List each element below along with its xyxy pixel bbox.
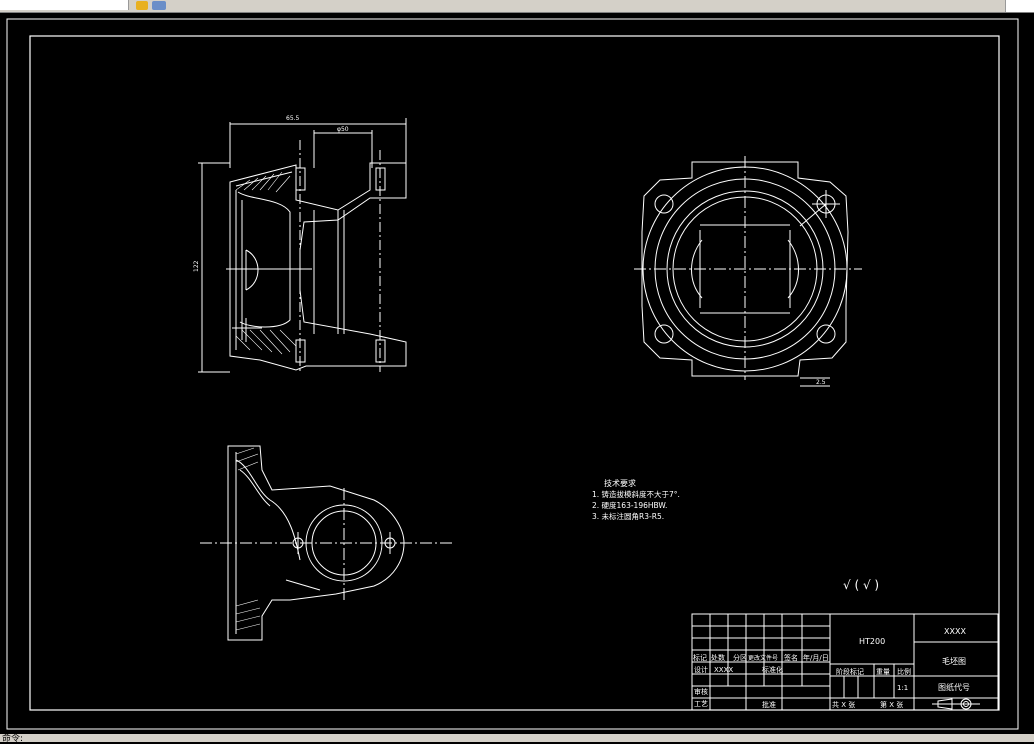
company-label: XXXX [944,627,966,636]
command-prompt: 命令: [2,734,24,744]
dim-width-label: 65.5 [286,115,300,122]
roughness-mark: √ ( √ ) [843,578,879,592]
scale-value: 1:1 [897,684,908,692]
material-label: HT200 [859,637,885,646]
row-label-date: 年/月/日 [803,653,829,662]
layer-icon[interactable] [152,1,166,10]
dim-inner-label: φ50 [337,126,349,133]
stage-mark-label: 阶段标记 [836,667,864,676]
sheet-no-label: 第 X 张 [880,700,903,709]
weight-label: 重量 [876,668,890,676]
drawing-name-label: 毛坯图 [942,656,966,666]
process-label: 工艺 [694,700,708,708]
side-view [200,445,452,641]
dim-height-label: 122 [193,260,200,272]
scale-label: 比例 [897,667,911,676]
review-label: 审核 [694,687,708,696]
command-line[interactable]: 命令: [0,734,1034,744]
top-view [634,156,862,387]
row-label-zone: 分区 [733,653,747,662]
tech-note-3: 3. 未标注圆角R3-R5. [592,511,664,521]
designer-name: XXXX [714,666,733,674]
tech-note-1: 1. 铸造拔模斜度不大于7°. [592,489,680,499]
drawing-code-label: 图纸代号 [938,682,970,692]
designer-label: 设计 [694,665,708,674]
dim-small-label: 2.5 [816,379,826,386]
standardize-label: 标准化 [762,665,783,674]
approve-label: 批准 [762,700,776,709]
row-label-count: 处数 [711,653,725,662]
inner-border [29,35,1000,711]
folder-icon[interactable] [136,1,148,10]
tech-note-2: 2. 硬度163-196HBW. [592,500,667,510]
total-sheets-label: 共 X 张 [832,700,855,709]
toolbar-end-field[interactable] [1005,0,1034,12]
row-label-change: 更改文件号 [748,654,778,662]
toolbar-field[interactable] [0,0,129,10]
row-label-sign: 签名 [784,653,798,662]
drawing-canvas[interactable]: 65.5 φ50 122 2.5 技术要求 1. 铸造拔模斜度不大于7°. 2.… [0,12,1034,734]
row-label-mark: 标记 [693,653,707,662]
front-view [198,118,407,373]
tech-notes-title: 技术要求 [604,478,636,488]
outer-border [6,18,1019,730]
